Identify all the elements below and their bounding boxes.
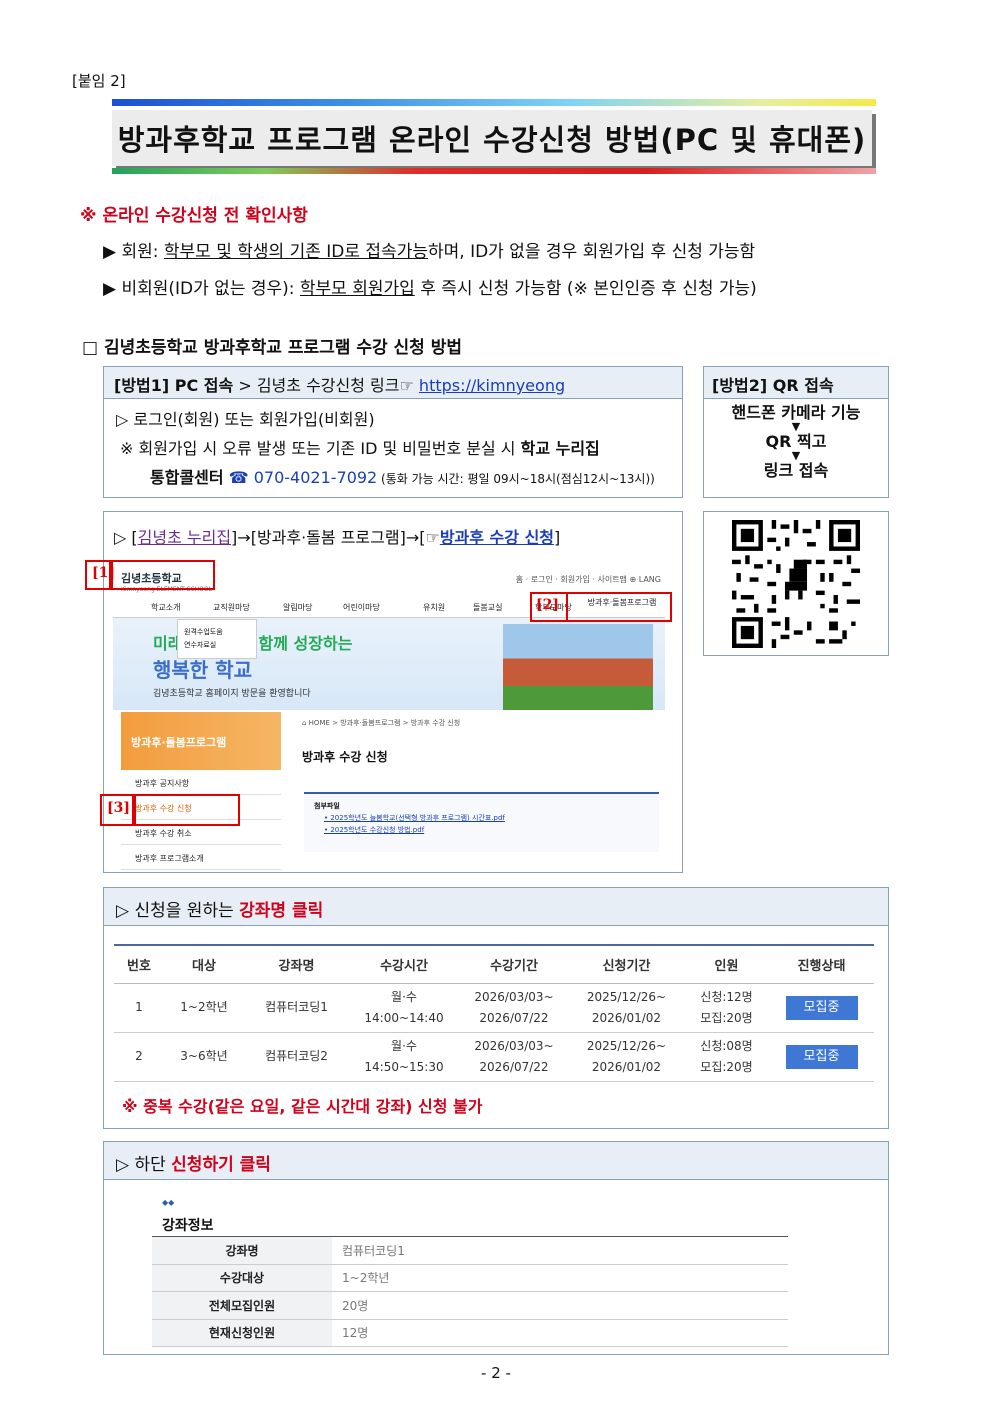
duplicate-warning: ※ 중복 수강(같은 요일, 같은 시간대 강좌) 신청 불가 (122, 1097, 483, 1116)
menu-item[interactable]: 학교소개 (151, 602, 180, 613)
page-number: - 2 - (481, 1364, 511, 1382)
course-name[interactable]: 컴퓨터코딩1 (244, 983, 349, 1033)
dropdown-item[interactable]: 연수자료실 (184, 639, 250, 652)
method2-box: [방법2] QR 접속 핸드폰 카메라 기능 ▼ QR 찍고 ▼ 링크 접속 (703, 366, 889, 498)
menu-item[interactable]: 돌봄교실 (473, 602, 502, 613)
table-row: 1 1~2학년 컴퓨터코딩1 월·수 14:00~14:40 2026/03/03… (114, 983, 874, 1033)
method1-header: [방법1] PC 접속 > 김녕초 수강신청 링크☞ https://kimny… (104, 367, 682, 399)
course-name[interactable]: 컴퓨터코딩2 (244, 1032, 349, 1082)
top-links: 홈 · 로그인 · 회원가입 · 사이트맵 ⊕ LANG (515, 575, 661, 584)
dropdown-item[interactable]: 원격수업도움 (184, 626, 250, 639)
apply-section: ▷ 하단 신청하기 클릭 ◆◆ 강좌정보 강좌명 컴퓨터코딩1 수강대상 1~2학년… (103, 1141, 889, 1355)
table-row: 전체모집인원 20명 (152, 1291, 788, 1320)
attachments: 첨부파일 • 2025학년도 늘봄학교(선택형 방과후 프로그램) 시간표.pd… (304, 792, 659, 852)
notice-bullet-member: ▶ 회원: 학부모 및 학생의 기존 ID로 접속가능하며, ID가 없을 경우… (103, 242, 756, 262)
dropdown-menu: 원격수업도움 연수자료실 (177, 619, 257, 659)
side-menu: 방과후·돌봄프로그램 방과후 공지사항 방과후 수강 신청 방과후 수강 취소 … (121, 712, 281, 872)
attachment-label: [붙임 2] (72, 72, 126, 90)
menu-item[interactable]: 교직원마당 (213, 602, 250, 613)
table-row: 현재신청인원 12명 (152, 1319, 788, 1347)
content-area: ⌂ HOME > 방과후·돌봄프로그램 > 방과후 수강 신청 방과후 수강 신… (298, 712, 665, 872)
attachment-link[interactable]: • 2025학년도 수강신청 방법.pdf (324, 826, 424, 834)
qr-code-icon[interactable] (732, 520, 860, 648)
qr-box (703, 511, 889, 656)
section-title: □ 김녕초등학교 방과후학교 프로그램 수강 신청 방법 (82, 338, 463, 358)
title-bottom-bar (112, 168, 876, 174)
red-box-menu (566, 592, 672, 622)
breadcrumb: ⌂ HOME > 방과후·돌봄프로그램 > 방과후 수강 신청 (302, 719, 461, 727)
notice-bullet-nonmember: ▶ 비회원(ID가 없는 경우): 학부모 회원가입 후 즉시 신청 가능함 (… (103, 279, 757, 299)
method2-header: [방법2] QR 접속 (704, 367, 888, 399)
side-item[interactable]: 방과후 프로그램소개 (121, 845, 281, 870)
red-box-logo (111, 560, 215, 590)
red-box-signup (134, 794, 240, 826)
notice-heading: ※ 온라인 수강신청 전 확인사항 (80, 206, 308, 226)
method1-line1: ▷ 로그인(회원) 또는 회원가입(비회원) (116, 410, 375, 429)
menu-item[interactable]: 알림마당 (283, 602, 312, 613)
homepage-link[interactable]: 김녕초 누리집 (138, 528, 231, 547)
menu-item[interactable]: 어린이마당 (343, 602, 380, 613)
apply-header: ▷ 하단 신청하기 클릭 (104, 1142, 888, 1180)
diamond-icon: ◆◆ (162, 1198, 175, 1207)
course-list-header: ▷ 신청을 원하는 강좌명 클릭 (104, 888, 888, 926)
side-item[interactable]: 방과후 공지사항 (121, 770, 281, 795)
status-badge[interactable]: 모집중 (785, 995, 858, 1020)
title-top-bar (112, 99, 876, 106)
method1-box: [방법1] PC 접속 > 김녕초 수강신청 링크☞ https://kimny… (103, 366, 683, 498)
table-row: 강좌명 컴퓨터코딩1 (152, 1236, 788, 1265)
method1-line2: ※ 회원가입 시 오류 발생 또는 기존 ID 및 비밀번호 분실 시 학교 누… (120, 439, 600, 458)
page-title: 방과후학교 프로그램 온라인 수강신청 방법(PC 및 휴대폰) (112, 110, 872, 166)
status-badge[interactable]: 모집중 (785, 1044, 858, 1069)
attachment-link[interactable]: • 2025학년도 늘봄학교(선택형 방과후 프로그램) 시간표.pdf (324, 814, 505, 822)
course-list-section: ▷ 신청을 원하는 강좌명 클릭 번호 대상 강좌명 수강시간 수강기간 신청기… (103, 887, 889, 1129)
menu-item[interactable]: 유치원 (423, 602, 445, 613)
course-signup-link[interactable]: 방과후 수강 신청 (440, 528, 554, 547)
navigation-path: ▷ [김녕초 누리집]→[방과후·돌봄 프로그램]→[☞방과후 수강 신청] (114, 528, 561, 547)
course-table: 번호 대상 강좌명 수강시간 수강기간 신청기간 인원 진행상태 1 1~2학년… (114, 944, 874, 1082)
table-header-row: 번호 대상 강좌명 수강시간 수강기간 신청기간 인원 진행상태 (114, 944, 874, 984)
content-title: 방과후 수강 신청 (302, 750, 388, 764)
course-info-title: 강좌정보 (162, 1218, 214, 1234)
course-info-table: 강좌명 컴퓨터코딩1 수강대상 1~2학년 전체모집인원 20명 현재신청인원 12명 (152, 1236, 788, 1347)
method1-line3: 통합콜센터 ☎ 070-4021-7092 (통화 가능 시간: 평일 09시~… (150, 468, 655, 487)
phone-number: ☎ 070-4021-7092 (223, 468, 378, 487)
website-screenshot-box: ▷ [김녕초 누리집]→[방과후·돌봄 프로그램]→[☞방과후 수강 신청] 김… (85, 511, 683, 873)
table-row: 2 3~6학년 컴퓨터코딩2 월·수 14:50~15:30 2026/03/03… (114, 1032, 874, 1082)
table-row: 수강대상 1~2학년 (152, 1264, 788, 1292)
school-photo (503, 624, 653, 710)
signup-link[interactable]: https://kimnyeong (419, 376, 565, 395)
